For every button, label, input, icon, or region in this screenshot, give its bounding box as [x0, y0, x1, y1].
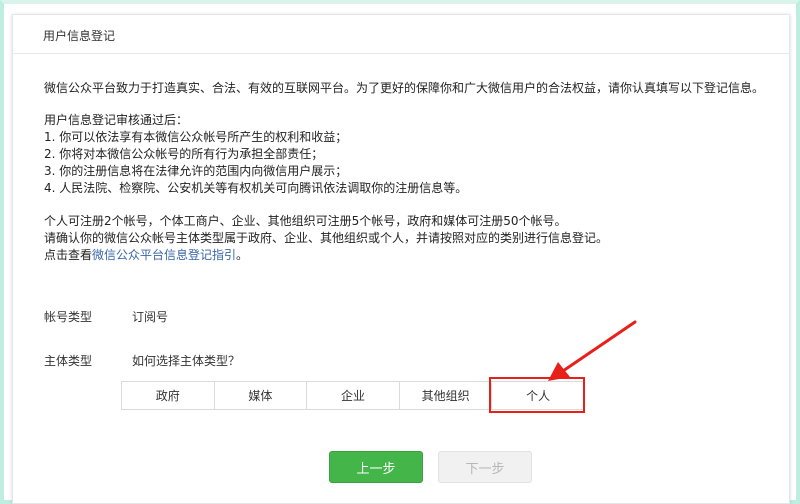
annotation-arrow-icon	[548, 320, 637, 381]
